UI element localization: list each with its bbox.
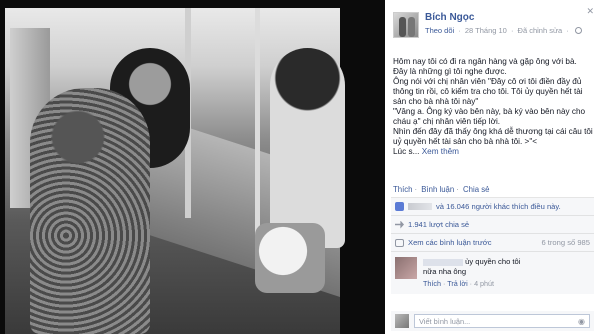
shares-row: 1.941 lượt chia sẻ bbox=[391, 216, 594, 234]
comment-item: ủy quyền cho tôi nữa nha ông Thích · Trả… bbox=[391, 252, 594, 294]
comment-icon bbox=[395, 238, 404, 247]
glass-divider bbox=[255, 8, 260, 238]
like-icon bbox=[395, 202, 404, 211]
bank-clerk-figure bbox=[270, 48, 345, 248]
likes-count[interactable]: và 16.046 người khác thích điều này. bbox=[436, 202, 561, 211]
previous-comments-row: Xem các bình luận trước 6 trong số 985 bbox=[391, 234, 594, 252]
camera-icon[interactable]: ◉ bbox=[578, 317, 585, 326]
follow-link[interactable]: Theo dõi bbox=[425, 26, 454, 35]
post-paragraph: Lúc s... bbox=[393, 147, 420, 156]
viewer-avatar bbox=[395, 314, 409, 328]
elderly-woman-figure bbox=[30, 88, 150, 334]
post-sidebar: ✕ Bích Ngọc Theo dõi · 28 Tháng 10 · Đã … bbox=[385, 0, 600, 334]
share-action[interactable]: Chia sẻ bbox=[463, 185, 489, 194]
bank-counter-scene bbox=[5, 8, 345, 334]
author-name[interactable]: Bích Ngọc bbox=[425, 12, 582, 23]
commenter-name[interactable] bbox=[423, 258, 463, 266]
globe-icon bbox=[574, 27, 582, 34]
post-actions: Thích · Bình luận · Chia sẻ bbox=[393, 185, 490, 194]
post-text: Hôm nay tôi có đi ra ngân hàng và gặp ôn… bbox=[393, 57, 593, 157]
card-machine bbox=[255, 223, 325, 293]
shares-count[interactable]: 1.941 lượt chia sẻ bbox=[408, 220, 469, 229]
like-action[interactable]: Thích bbox=[393, 185, 413, 194]
edited-label[interactable]: Đã chỉnh sửa bbox=[518, 26, 563, 35]
liker-names[interactable] bbox=[408, 203, 432, 210]
close-icon[interactable]: ✕ bbox=[586, 6, 594, 17]
likes-row: và 16.046 người khác thích điều này. bbox=[391, 198, 594, 216]
post-paragraph: "Vâng a. Ông ký vào bên này, bà ký vào b… bbox=[393, 107, 586, 126]
share-icon bbox=[395, 220, 404, 229]
post-paragraph: Hôm nay tôi có đi ra ngân hàng và gặp ôn… bbox=[393, 57, 577, 76]
see-more-link[interactable]: Xem thêm bbox=[422, 147, 459, 156]
comment-count: 6 trong số 985 bbox=[541, 238, 590, 247]
post-photo[interactable] bbox=[0, 0, 385, 334]
post-paragraph: Ông nói với chị nhân viên "Đây cô ơi tôi… bbox=[393, 77, 583, 106]
comment-text-2: nữa nha ông bbox=[423, 267, 467, 276]
comment-placeholder: Viết bình luận... bbox=[419, 316, 471, 326]
feedback-panel: và 16.046 người khác thích điều này. 1.9… bbox=[391, 197, 594, 294]
comment-action[interactable]: Bình luận bbox=[421, 185, 454, 194]
comment-input[interactable]: Viết bình luận... ◉ bbox=[414, 314, 590, 328]
post-date[interactable]: 28 Tháng 10 bbox=[465, 26, 507, 35]
commenter-avatar[interactable] bbox=[395, 257, 417, 279]
post-header: Bích Ngọc Theo dõi · 28 Tháng 10 · Đã ch… bbox=[393, 12, 582, 38]
author-avatar[interactable] bbox=[393, 12, 419, 38]
comment-reply[interactable]: Trả lời bbox=[447, 279, 467, 288]
comment-text-1: ủy quyền cho tôi bbox=[465, 257, 521, 266]
view-previous-comments[interactable]: Xem các bình luận trước bbox=[408, 238, 492, 247]
comment-like[interactable]: Thích bbox=[423, 279, 441, 288]
comment-time: 4 phút bbox=[474, 279, 495, 288]
post-paragraph: Nhìn đến đây đã thấy ông khá dễ thương t… bbox=[393, 127, 593, 146]
comment-composer: Viết bình luận... ◉ bbox=[391, 311, 594, 331]
